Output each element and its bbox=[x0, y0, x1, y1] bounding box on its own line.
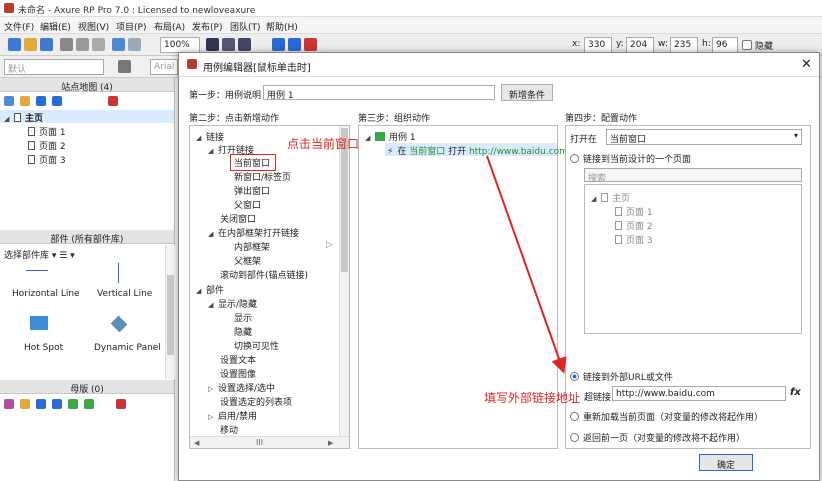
annotation-arrow bbox=[486, 155, 567, 374]
